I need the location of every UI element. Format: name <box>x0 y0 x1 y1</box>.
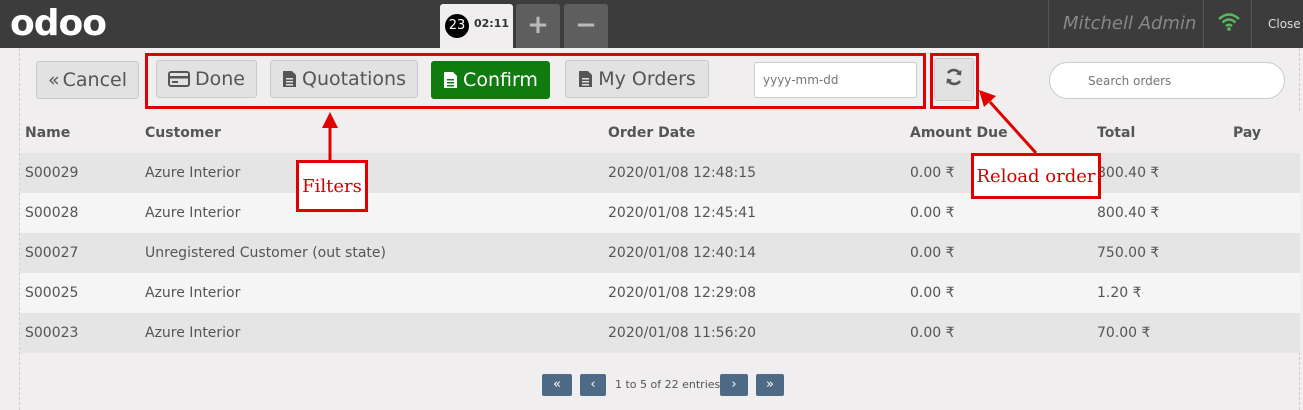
order-tab[interactable]: 23 02:11 <box>440 4 513 48</box>
column-header-total[interactable]: Total <box>1097 113 1135 153</box>
odoo-logo: odoo <box>10 3 107 44</box>
order-date: 2020/01/08 11:56:20 <box>608 325 757 341</box>
order-name: S00029 <box>25 165 79 181</box>
order-amount-due: 0.00 ₹ <box>910 285 955 301</box>
pagination-info: 1 to 5 of 22 entries <box>615 378 721 391</box>
reload-highlight-box <box>930 53 979 109</box>
order-number-badge: 23 <box>445 14 469 38</box>
order-amount-due: 0.00 ₹ <box>910 205 955 221</box>
order-amount-due: 0.00 ₹ <box>910 325 955 341</box>
order-time: 02:11 <box>474 17 510 30</box>
order-customer: Unregistered Customer (out state) <box>145 245 386 261</box>
cancel-label: Cancel <box>62 69 127 91</box>
order-total: 750.00 ₹ <box>1097 245 1160 261</box>
order-date: 2020/01/08 12:40:14 <box>608 245 757 261</box>
column-header-order-date[interactable]: Order Date <box>608 113 695 153</box>
table-row[interactable]: S00023 Azure Interior 2020/01/08 11:56:2… <box>20 313 1300 353</box>
order-total: 1.20 ₹ <box>1097 285 1142 301</box>
cancel-button[interactable]: « Cancel <box>36 61 139 99</box>
add-order-button[interactable]: + <box>516 4 560 48</box>
divider <box>1251 0 1252 48</box>
table-header-row: Name Customer Order Date Amount Due Tota… <box>20 113 1300 153</box>
order-customer: Azure Interior <box>145 285 241 301</box>
table-row[interactable]: S00027 Unregistered Customer (out state)… <box>20 233 1300 273</box>
column-header-name[interactable]: Name <box>25 113 70 153</box>
order-amount-due: 0.00 ₹ <box>910 245 955 261</box>
order-total: 800.40 ₹ <box>1097 165 1160 181</box>
first-page-button[interactable]: « <box>542 374 572 396</box>
order-name: S00025 <box>25 285 79 301</box>
order-date: 2020/01/08 12:48:15 <box>608 165 757 181</box>
order-amount-due: 0.00 ₹ <box>910 165 955 181</box>
user-name: Mitchell Admin <box>1063 13 1197 34</box>
previous-page-button[interactable]: ‹ <box>580 374 606 396</box>
close-button[interactable]: Close <box>1268 17 1301 31</box>
column-header-pay[interactable]: Pay <box>1233 113 1261 153</box>
reload-order-annotation: Reload order <box>971 153 1101 199</box>
last-page-button[interactable]: » <box>756 374 784 396</box>
filters-annotation: Filters <box>296 160 368 212</box>
remove-order-button[interactable]: − <box>564 4 608 48</box>
column-header-customer[interactable]: Customer <box>145 113 221 153</box>
top-bar: odoo 23 02:11 + − Mitchell Admin Close <box>0 0 1303 48</box>
filters-highlight-box <box>145 53 926 109</box>
search-orders-input[interactable] <box>1049 62 1285 99</box>
order-name: S00028 <box>25 205 79 221</box>
orders-table: Name Customer Order Date Amount Due Tota… <box>20 113 1300 353</box>
double-chevron-left-icon: « <box>48 69 60 91</box>
order-total: 70.00 ₹ <box>1097 325 1151 341</box>
order-customer: Azure Interior <box>145 205 241 221</box>
next-page-button[interactable]: › <box>720 374 748 396</box>
table-row[interactable]: S00028 Azure Interior 2020/01/08 12:45:4… <box>20 193 1300 233</box>
order-name: S00027 <box>25 245 79 261</box>
order-name: S00023 <box>25 325 79 341</box>
wifi-icon <box>1217 12 1241 36</box>
order-customer: Azure Interior <box>145 165 241 181</box>
table-row[interactable]: S00025 Azure Interior 2020/01/08 12:29:0… <box>20 273 1300 313</box>
order-customer: Azure Interior <box>145 325 241 341</box>
divider <box>1048 0 1049 48</box>
order-date: 2020/01/08 12:45:41 <box>608 205 757 221</box>
divider <box>1203 0 1204 48</box>
order-total: 800.40 ₹ <box>1097 205 1160 221</box>
column-header-amount-due[interactable]: Amount Due <box>910 113 1008 153</box>
order-date: 2020/01/08 12:29:08 <box>608 285 757 301</box>
table-row[interactable]: S00029 Azure Interior 2020/01/08 12:48:1… <box>20 153 1300 193</box>
